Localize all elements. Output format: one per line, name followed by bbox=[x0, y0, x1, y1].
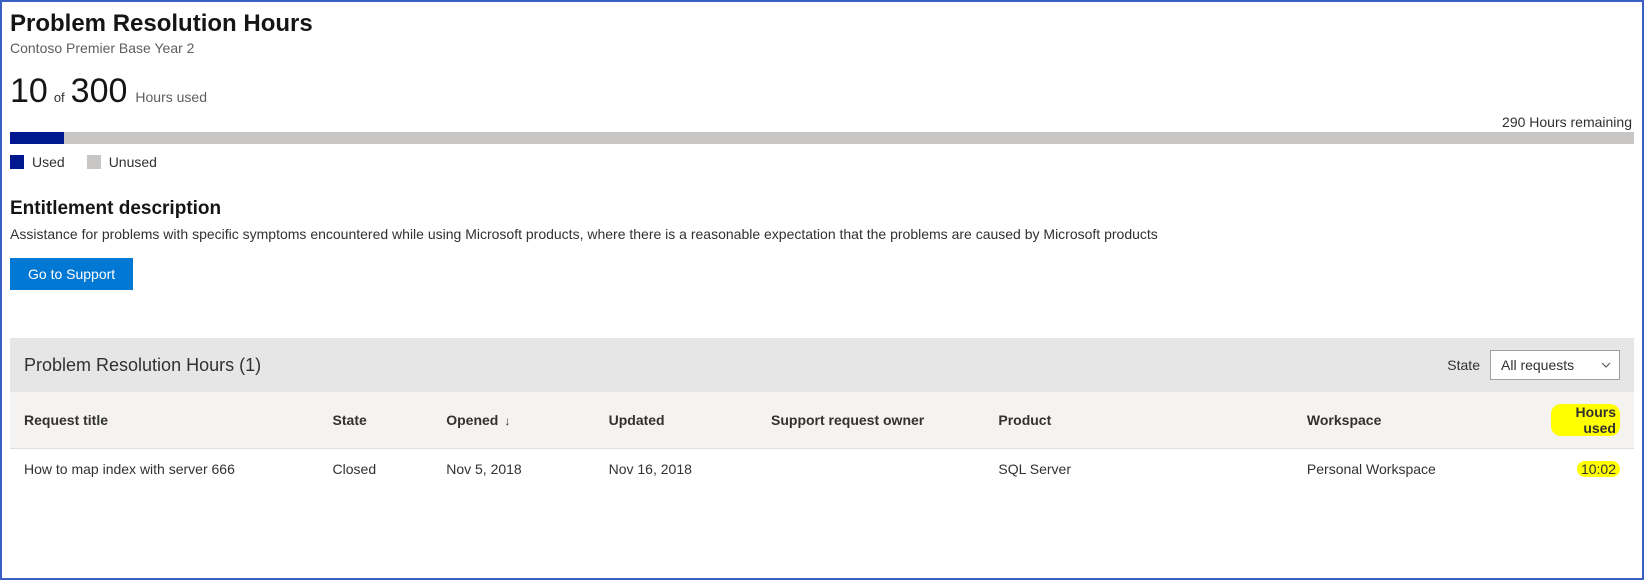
col-opened-label: Opened bbox=[446, 412, 498, 428]
legend-used-label: Used bbox=[32, 154, 65, 170]
col-opened[interactable]: Opened ↓ bbox=[432, 392, 594, 449]
usage-hours-label: Hours used bbox=[135, 89, 207, 105]
table-row[interactable]: How to map index with server 666 Closed … bbox=[10, 449, 1634, 490]
usage-remaining: 290 Hours remaining bbox=[10, 114, 1634, 130]
legend-used: Used bbox=[10, 154, 65, 170]
usage-progress-fill bbox=[10, 132, 64, 144]
cell-hours-used-value: 10:02 bbox=[1577, 461, 1620, 477]
usage-of-label: of bbox=[54, 90, 65, 105]
usage-used-value: 10 bbox=[10, 74, 48, 108]
usage-legend: Used Unused bbox=[10, 154, 1634, 170]
table-header-row: Request title State Opened ↓ Updated Supp… bbox=[10, 392, 1634, 449]
legend-unused-label: Unused bbox=[109, 154, 157, 170]
col-state[interactable]: State bbox=[319, 392, 433, 449]
state-filter: State All requests bbox=[1447, 350, 1620, 380]
entitlement-title: Entitlement description bbox=[10, 198, 1634, 220]
usage-progress-bar bbox=[10, 132, 1634, 144]
col-owner[interactable]: Support request owner bbox=[757, 392, 984, 449]
cell-state: Closed bbox=[319, 449, 433, 490]
legend-used-swatch bbox=[10, 155, 24, 169]
usage-total-value: 300 bbox=[71, 74, 128, 108]
state-filter-label: State bbox=[1447, 357, 1480, 373]
page-subtitle: Contoso Premier Base Year 2 bbox=[10, 40, 1634, 56]
cell-updated: Nov 16, 2018 bbox=[595, 449, 757, 490]
go-to-support-button[interactable]: Go to Support bbox=[10, 258, 133, 290]
cell-opened: Nov 5, 2018 bbox=[432, 449, 594, 490]
table-header-bar: Problem Resolution Hours (1) State All r… bbox=[10, 338, 1634, 392]
col-product[interactable]: Product bbox=[984, 392, 1293, 449]
usage-summary: 10 of 300 Hours used bbox=[10, 74, 1634, 108]
state-select[interactable]: All requests bbox=[1490, 350, 1620, 380]
cell-owner bbox=[757, 449, 984, 490]
page-title: Problem Resolution Hours bbox=[10, 10, 1634, 38]
sort-desc-icon: ↓ bbox=[504, 414, 510, 428]
entitlement-description: Assistance for problems with specific sy… bbox=[10, 226, 1634, 242]
col-workspace[interactable]: Workspace bbox=[1293, 392, 1537, 449]
col-request-title[interactable]: Request title bbox=[10, 392, 319, 449]
col-updated[interactable]: Updated bbox=[595, 392, 757, 449]
table-title: Problem Resolution Hours (1) bbox=[24, 355, 261, 376]
legend-unused-swatch bbox=[87, 155, 101, 169]
cell-workspace: Personal Workspace bbox=[1293, 449, 1537, 490]
chevron-down-icon bbox=[1601, 360, 1611, 370]
col-hours-used[interactable]: Hours used bbox=[1537, 392, 1635, 449]
cell-request-title: How to map index with server 666 bbox=[10, 449, 319, 490]
requests-table: Request title State Opened ↓ Updated Supp… bbox=[10, 392, 1634, 489]
state-select-value: All requests bbox=[1501, 357, 1574, 373]
col-hours-used-label: Hours used bbox=[1551, 404, 1621, 436]
cell-product: SQL Server bbox=[984, 449, 1293, 490]
cell-hours-used: 10:02 bbox=[1537, 449, 1635, 490]
legend-unused: Unused bbox=[87, 154, 157, 170]
